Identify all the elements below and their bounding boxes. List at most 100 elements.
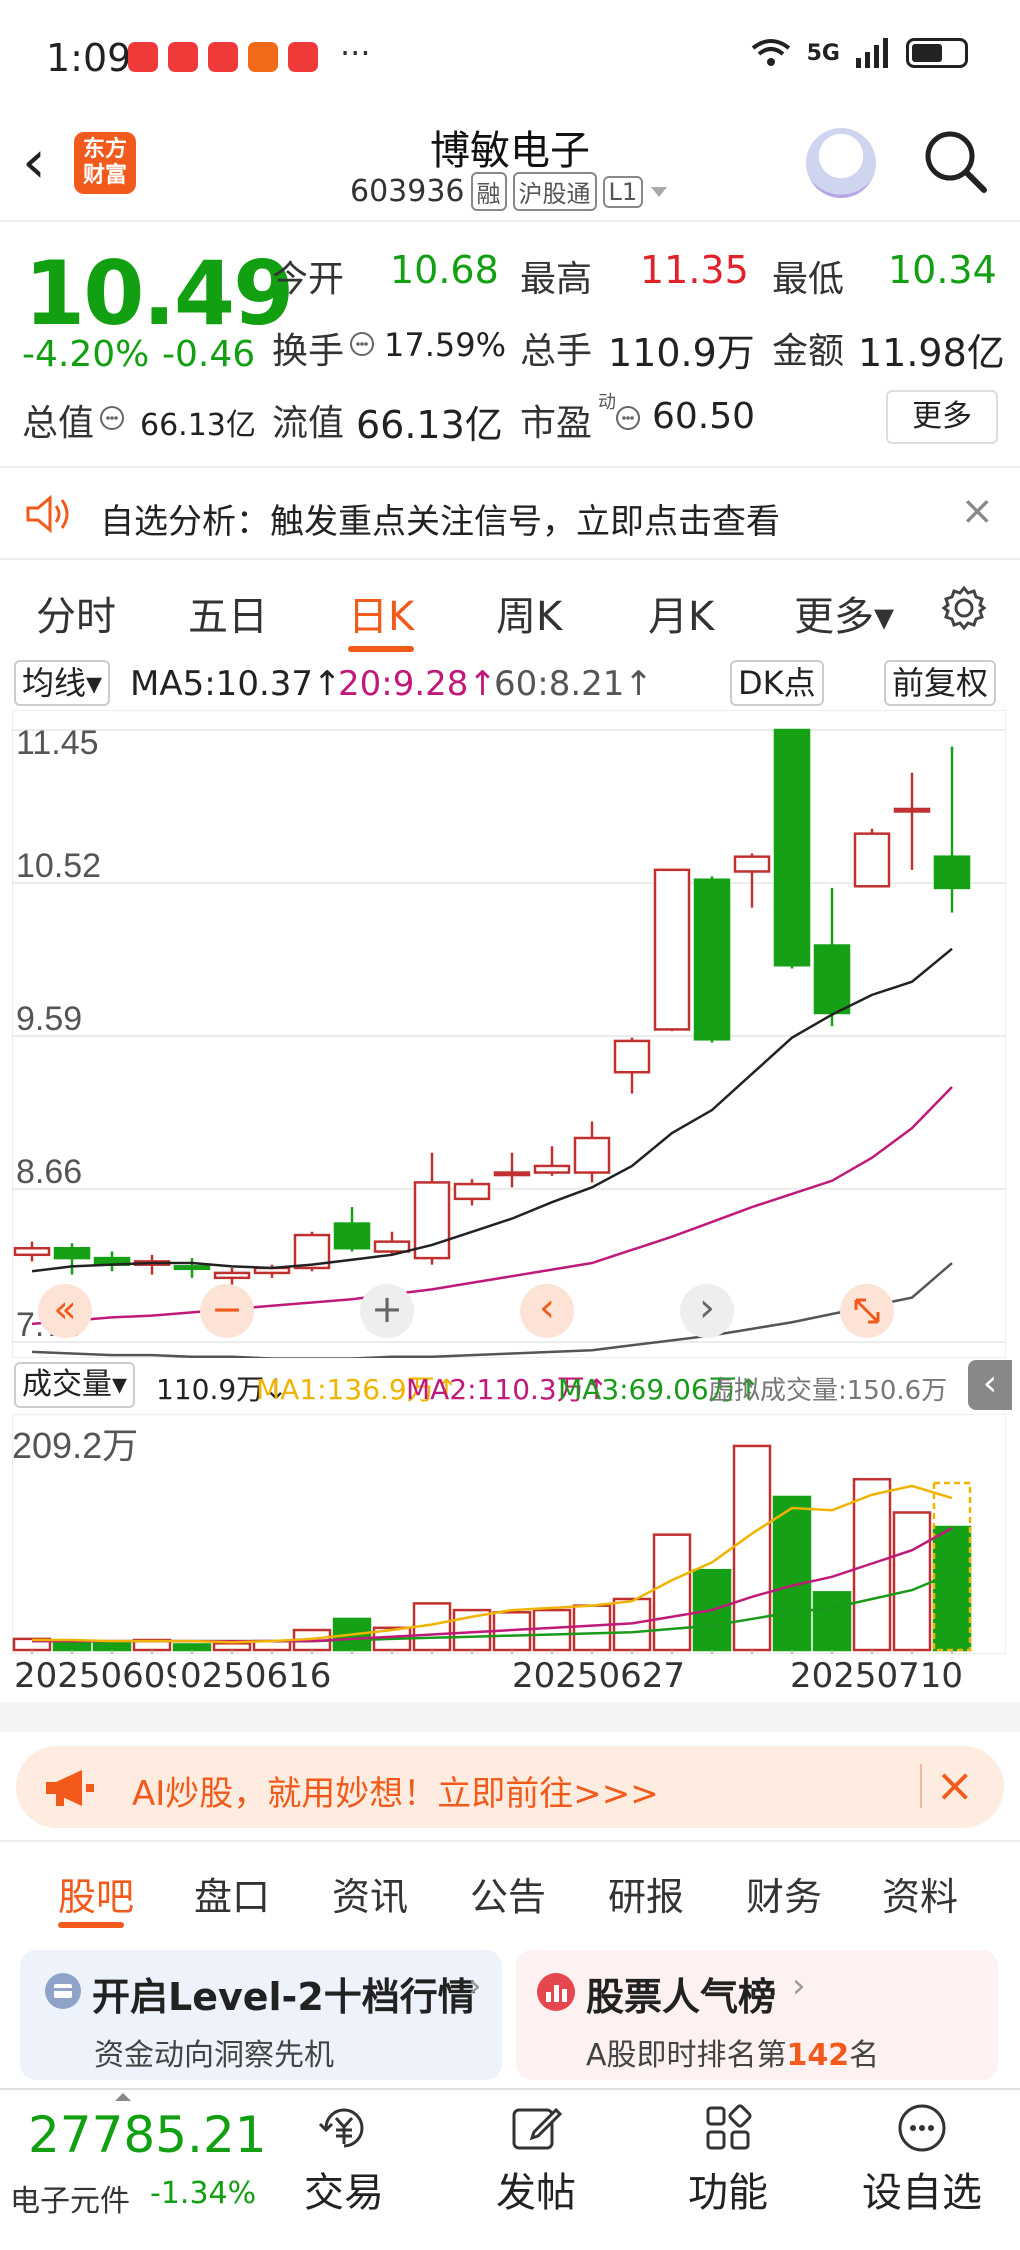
sector-index-value[interactable]: 27785.21 — [28, 2106, 267, 2164]
next-button[interactable]: › — [680, 1284, 734, 1338]
more-dots-icon — [898, 2104, 946, 2152]
fullscreen-icon[interactable] — [840, 1284, 894, 1338]
tab-profile[interactable]: 资料 — [882, 1866, 958, 1921]
volume-max-label: 209.2万 — [12, 1425, 138, 1466]
candle-body — [933, 855, 971, 890]
open-value: 10.68 — [390, 248, 499, 292]
status-more: ··· — [340, 34, 371, 72]
tab-orderbook[interactable]: 盘口 — [194, 1866, 270, 1921]
level2-icon — [45, 1973, 81, 2009]
search-icon[interactable] — [922, 128, 988, 194]
tab-daily-k[interactable]: 日K — [348, 584, 414, 642]
tab-research[interactable]: 研报 — [608, 1866, 684, 1921]
mktcap-value: 66.13亿 — [140, 408, 256, 443]
tab-announcements[interactable]: 公告 — [470, 1866, 546, 1921]
candle-body — [733, 855, 771, 873]
rank-suffix: 名 — [849, 2038, 880, 2073]
speaker-icon — [26, 494, 69, 534]
float-value: 66.13亿 — [356, 403, 503, 447]
first-page-button[interactable]: « — [38, 1284, 92, 1338]
candle-body — [373, 1240, 411, 1253]
more-quote-button[interactable]: 更多 — [886, 390, 998, 444]
high-label: 最高 — [520, 259, 593, 300]
pe-value: 60.50 — [652, 396, 756, 437]
app-notification-icon — [248, 42, 278, 72]
volume-chart[interactable]: 209.2万 — [12, 1414, 1006, 1654]
level2-title: 开启Level-2十档行情 — [92, 1975, 476, 2019]
prev-button[interactable]: ‹ — [520, 1284, 574, 1338]
pe-label: 市盈 — [520, 403, 593, 444]
app-notification-icon — [128, 42, 158, 72]
volume-bar — [172, 1643, 212, 1652]
gear-icon[interactable] — [940, 584, 988, 632]
candle-body — [493, 1171, 531, 1177]
close-icon[interactable]: × — [960, 488, 994, 534]
trade-icon — [318, 2108, 364, 2148]
assistant-robot-icon[interactable] — [806, 128, 876, 198]
sector-index-name: 电子元件 — [10, 2184, 130, 2219]
tab-finance[interactable]: 财务 — [746, 1866, 822, 1921]
content-tabs: 股吧 盘口 资讯 公告 研报 财务 资料 — [0, 1840, 1020, 1940]
float-label: 流值 — [272, 403, 345, 444]
status-time: 1:09 — [46, 36, 132, 80]
stock-code-row[interactable]: 603936 融 沪股通 L1 — [350, 172, 669, 211]
candle-body — [13, 1246, 51, 1257]
zoom-out-button[interactable]: − — [200, 1284, 254, 1338]
candle-body — [333, 1222, 371, 1250]
candle-body — [813, 944, 851, 1015]
zoom-in-button[interactable]: + — [360, 1284, 414, 1338]
mktcap-label: 总值 — [22, 403, 95, 444]
info-icon[interactable] — [98, 404, 126, 432]
tab-intraday[interactable]: 分时 — [36, 584, 116, 642]
ad-divider — [920, 1764, 922, 1808]
active-tab-indicator — [58, 1922, 124, 1928]
tab-more[interactable]: 更多▾ — [794, 584, 894, 642]
collapse-panel-button[interactable]: ‹ — [968, 1360, 1012, 1410]
tab-five-day[interactable]: 五日 — [188, 584, 268, 642]
app-notification-icon — [288, 42, 318, 72]
tab-weekly-k[interactable]: 周K — [496, 584, 562, 642]
bottom-bar: 27785.21 电子元件 -1.34% 交易 发帖 功能 设自选 — [0, 2088, 1020, 2250]
analysis-alert-banner[interactable]: 自选分析：触发重点关注信号，立即点击查看 × — [0, 466, 1020, 560]
nav-trade[interactable]: 交易 — [284, 2100, 404, 2218]
quote-panel: 10.49 -4.20% -0.46 总值 66.13亿 今开 10.68 最高… — [0, 222, 1020, 462]
volume-bar — [652, 1533, 692, 1652]
ai-ad-banner[interactable]: AI炒股，就用妙想！立即前往>>> × — [16, 1746, 1004, 1828]
candle-body — [653, 868, 691, 1031]
ad-text: AI炒股，就用妙想！立即前往>>> — [132, 1774, 659, 1814]
notification-icons — [128, 42, 318, 72]
volume-legend-row: 成交量▾ 110.9万↓ MA1:136.9万↑ MA2:110.3万↑ MA3… — [0, 1360, 1020, 1412]
amount-value: 11.98亿 — [858, 331, 1005, 375]
candle-body — [53, 1246, 91, 1260]
caret-down-icon — [651, 186, 668, 197]
tab-forum[interactable]: 股吧 — [58, 1866, 134, 1921]
tab-monthly-k[interactable]: 月K — [648, 584, 714, 642]
volume-bar — [772, 1495, 812, 1652]
y-tick-label: 9.59 — [16, 1000, 82, 1038]
high-value: 11.35 — [640, 248, 749, 292]
info-icon[interactable] — [614, 404, 642, 432]
alert-text: 自选分析：触发重点关注信号，立即点击查看 — [100, 502, 780, 542]
candle-body — [613, 1039, 651, 1074]
info-icon[interactable] — [348, 330, 376, 358]
nav-add-watchlist-label: 设自选 — [862, 2170, 982, 2216]
adjust-button[interactable]: 前复权 — [884, 660, 997, 706]
ranking-icon — [537, 1973, 575, 2011]
nav-functions[interactable]: 功能 — [668, 2100, 788, 2218]
megaphone-icon — [46, 1770, 94, 1806]
dk-point-button[interactable]: DK点 — [730, 660, 824, 706]
popularity-card[interactable]: 股票人气榜 › A股即时排名第142名 — [516, 1950, 998, 2080]
date-label: 20250710 — [790, 1656, 964, 1696]
nav-post[interactable]: 发帖 — [476, 2100, 596, 2218]
nav-add-watchlist[interactable]: 设自选 — [862, 2100, 982, 2218]
volume-dropdown[interactable]: 成交量▾ — [14, 1362, 136, 1408]
divider-strip — [0, 1702, 1020, 1732]
y-tick-label: 8.66 — [16, 1153, 82, 1191]
candlestick-chart[interactable]: 11.4510.529.598.667.73 — [12, 710, 1006, 1358]
close-icon[interactable]: × — [935, 1758, 974, 1812]
level2-card[interactable]: 开启Level-2十档行情 › 资金动向洞察先机 — [20, 1950, 502, 2080]
tab-news[interactable]: 资讯 — [332, 1866, 408, 1921]
volume-bar — [812, 1591, 852, 1652]
ma-legend-row: 均线▾ MA5:10.37↑ 20:9.28↑ 60:8.21↑ DK点 前复权 — [0, 658, 1020, 708]
indicator-dropdown[interactable]: 均线▾ — [14, 660, 111, 706]
